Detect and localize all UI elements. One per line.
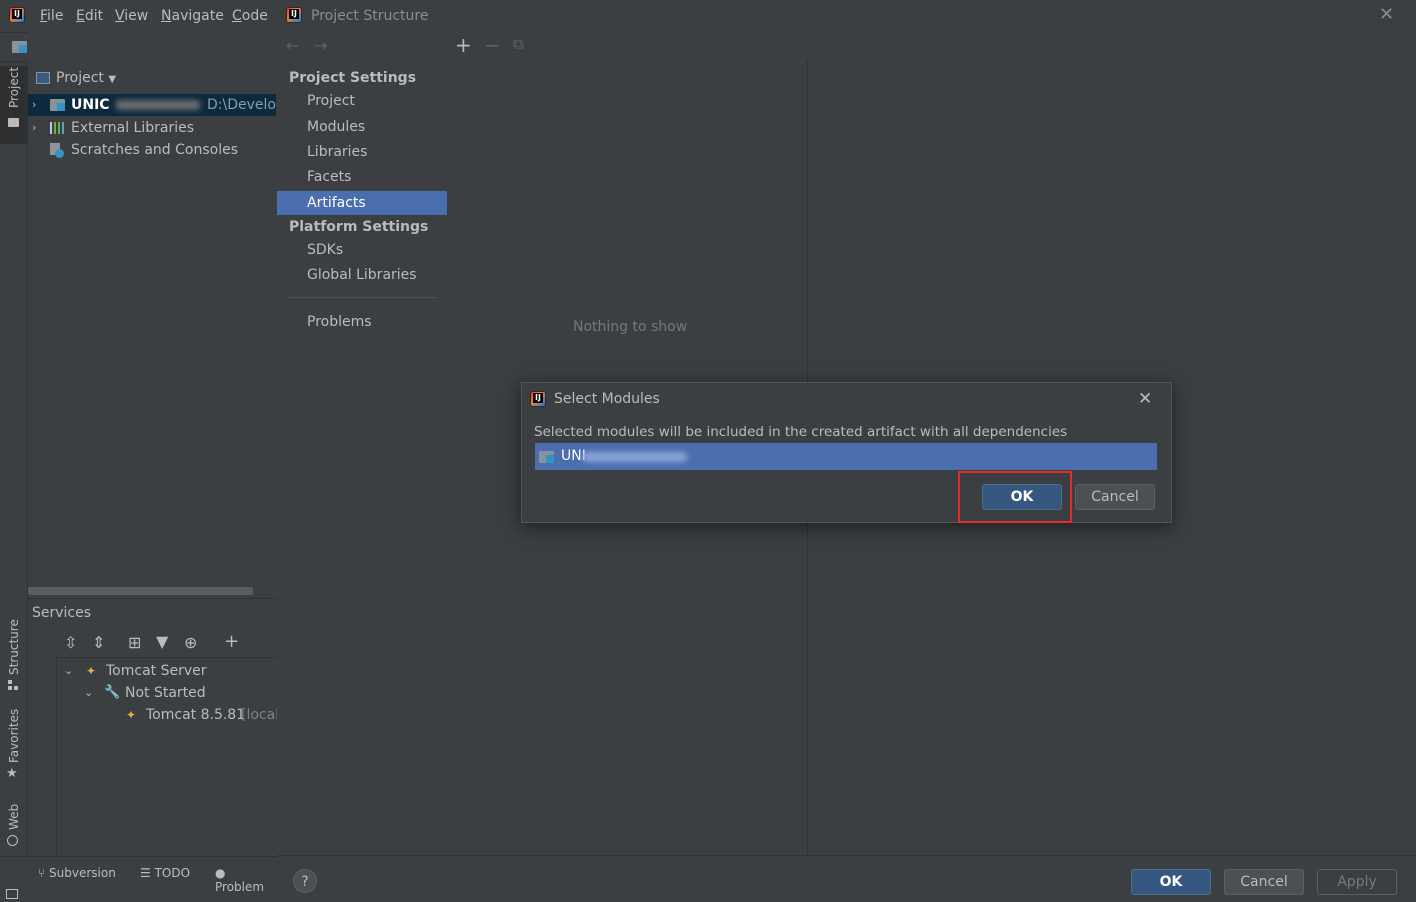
filter-icon[interactable]: ▼	[156, 632, 168, 651]
horizontal-scrollbar[interactable]	[28, 587, 253, 595]
project-root-label: UNIC	[71, 97, 110, 113]
menu-navigate[interactable]: Navigate	[161, 8, 224, 24]
nav-project[interactable]: Project	[277, 89, 447, 113]
bottom-tool-bar: ⑂ Subversion ☰ TODO ● Problem	[0, 856, 277, 902]
tab-project[interactable]: Project	[7, 67, 21, 108]
project-tool-window: Project ▼ › UNIC D:\Develop › External L…	[28, 32, 285, 598]
list-icon: ☰	[140, 866, 151, 880]
project-settings-header: Project Settings	[289, 70, 417, 86]
module-list-item[interactable]: UNI	[535, 443, 1157, 470]
ps-apply-button[interactable]: Apply	[1317, 869, 1397, 895]
menu-code[interactable]: Code	[232, 8, 268, 24]
bottom-tab-subversion[interactable]: ⑂ Subversion	[38, 866, 116, 880]
menu-file[interactable]: File	[40, 8, 63, 24]
group-by-icon[interactable]: ⊞	[128, 633, 141, 652]
close-icon[interactable]: ✕	[1379, 4, 1394, 25]
select-modules-dialog: Select Modules ✕ Selected modules will b…	[521, 382, 1172, 523]
project-structure-toolbar: ← → + − ⧉	[277, 32, 1416, 60]
forward-arrow-icon[interactable]: →	[314, 36, 327, 55]
bottom-tab-todo[interactable]: ☰ TODO	[140, 866, 190, 880]
close-icon[interactable]: ✕	[1138, 389, 1152, 409]
services-tool-window: Services ⇳ ⇕ ⊞ ▼ ⊕ + ⌄ ✦ Tomcat Server ⌄…	[28, 598, 280, 857]
intellij-logo-icon	[530, 391, 546, 407]
project-structure-footer: ? OK Cancel Apply	[277, 855, 1416, 902]
services-toolbar: ⇳ ⇕ ⊞ ▼ ⊕ +	[56, 629, 276, 658]
select-modules-title: Select Modules	[554, 391, 660, 407]
nav-facets[interactable]: Facets	[277, 165, 447, 189]
copy-icon[interactable]: ⧉	[513, 35, 524, 53]
nav-divider	[287, 297, 437, 298]
nav-modules[interactable]: Modules	[277, 115, 447, 139]
tomcat-icon: ✦	[126, 708, 137, 722]
services-title: Services	[32, 605, 92, 621]
expand-all-icon[interactable]: ⇳	[64, 633, 77, 652]
intellij-logo-icon	[9, 7, 25, 23]
tab-web[interactable]: Web	[7, 804, 21, 830]
chevron-right-icon: ›	[32, 121, 37, 134]
star-icon: ★	[6, 766, 18, 781]
project-root-path: D:\Develop	[207, 97, 285, 113]
tomcat-server-label: Tomcat Server	[106, 663, 207, 679]
add-icon[interactable]: +	[455, 33, 472, 57]
nav-problems[interactable]: Problems	[277, 310, 447, 334]
nav-libraries[interactable]: Libraries	[277, 140, 447, 164]
nav-global-libraries[interactable]: Global Libraries	[277, 263, 447, 287]
bottom-tab-problems[interactable]: ● Problem	[215, 866, 277, 894]
platform-settings-header: Platform Settings	[289, 219, 429, 235]
chevron-down-icon: ⌄	[64, 664, 74, 677]
add-icon[interactable]: +	[224, 631, 239, 652]
scratches-label: Scratches and Consoles	[71, 142, 238, 158]
module-folder-icon	[539, 451, 554, 463]
scratches-icon	[50, 143, 64, 158]
globe-icon	[7, 835, 18, 846]
project-structure-title-bar: Project Structure ✕	[277, 0, 1416, 32]
project-folder-icon	[12, 41, 27, 53]
tree-row-project-root[interactable]: › UNIC D:\Develop	[28, 94, 285, 116]
empty-list-text: Nothing to show	[573, 319, 688, 335]
module-folder-icon	[50, 99, 65, 111]
ps-ok-button[interactable]: OK	[1131, 869, 1211, 895]
tomcat-instance-suffix: [local	[241, 707, 280, 723]
menu-edit[interactable]: Edit	[76, 8, 103, 24]
left-tool-strip: Project Structure Favorites ★ Web	[0, 62, 28, 901]
redacted-text	[583, 452, 687, 462]
info-icon: ●	[215, 866, 226, 880]
tomcat-instance-label: Tomcat 8.5.81	[146, 707, 246, 723]
tab-structure[interactable]: Structure	[7, 619, 21, 675]
main-menu-bar: File Edit View Navigate Code	[0, 0, 277, 32]
toggle-tool-windows-icon[interactable]	[6, 889, 18, 899]
redacted-text	[116, 100, 200, 110]
chevron-right-icon: ›	[32, 98, 37, 111]
back-arrow-icon[interactable]: ←	[286, 36, 299, 55]
structure-icon	[8, 680, 19, 690]
not-started-label: Not Started	[125, 685, 206, 701]
project-view-icon	[36, 72, 50, 84]
ok-highlight-box	[958, 471, 1072, 523]
select-modules-cancel-button[interactable]: Cancel	[1075, 484, 1155, 510]
chevron-down-icon: ⌄	[84, 686, 94, 699]
help-button[interactable]: ?	[293, 869, 317, 893]
tab-favorites[interactable]: Favorites	[7, 709, 21, 763]
wrench-icon: 🔧	[104, 685, 121, 700]
select-modules-description: Selected modules will be included in the…	[534, 424, 1068, 440]
intellij-logo-icon	[286, 7, 302, 23]
dropdown-arrow-icon: ▼	[108, 74, 117, 85]
external-libraries-label: External Libraries	[71, 120, 194, 136]
libraries-icon	[50, 122, 66, 134]
dialog-title: Project Structure	[311, 8, 429, 24]
new-service-icon[interactable]: ⊕	[184, 633, 197, 652]
nav-sdks[interactable]: SDKs	[277, 238, 447, 262]
menu-view[interactable]: View	[115, 8, 148, 24]
branch-icon: ⑂	[38, 866, 46, 880]
ps-cancel-button[interactable]: Cancel	[1224, 869, 1304, 895]
project-view-selector[interactable]: Project ▼	[56, 70, 116, 86]
divider	[56, 657, 57, 857]
tomcat-icon: ✦	[86, 664, 97, 678]
project-structure-nav: Project Settings Project Modules Librari…	[277, 60, 448, 855]
collapse-all-icon[interactable]: ⇕	[92, 633, 105, 652]
remove-icon[interactable]: −	[484, 33, 501, 57]
nav-artifacts[interactable]: Artifacts	[277, 191, 447, 215]
folder-icon	[8, 118, 19, 127]
